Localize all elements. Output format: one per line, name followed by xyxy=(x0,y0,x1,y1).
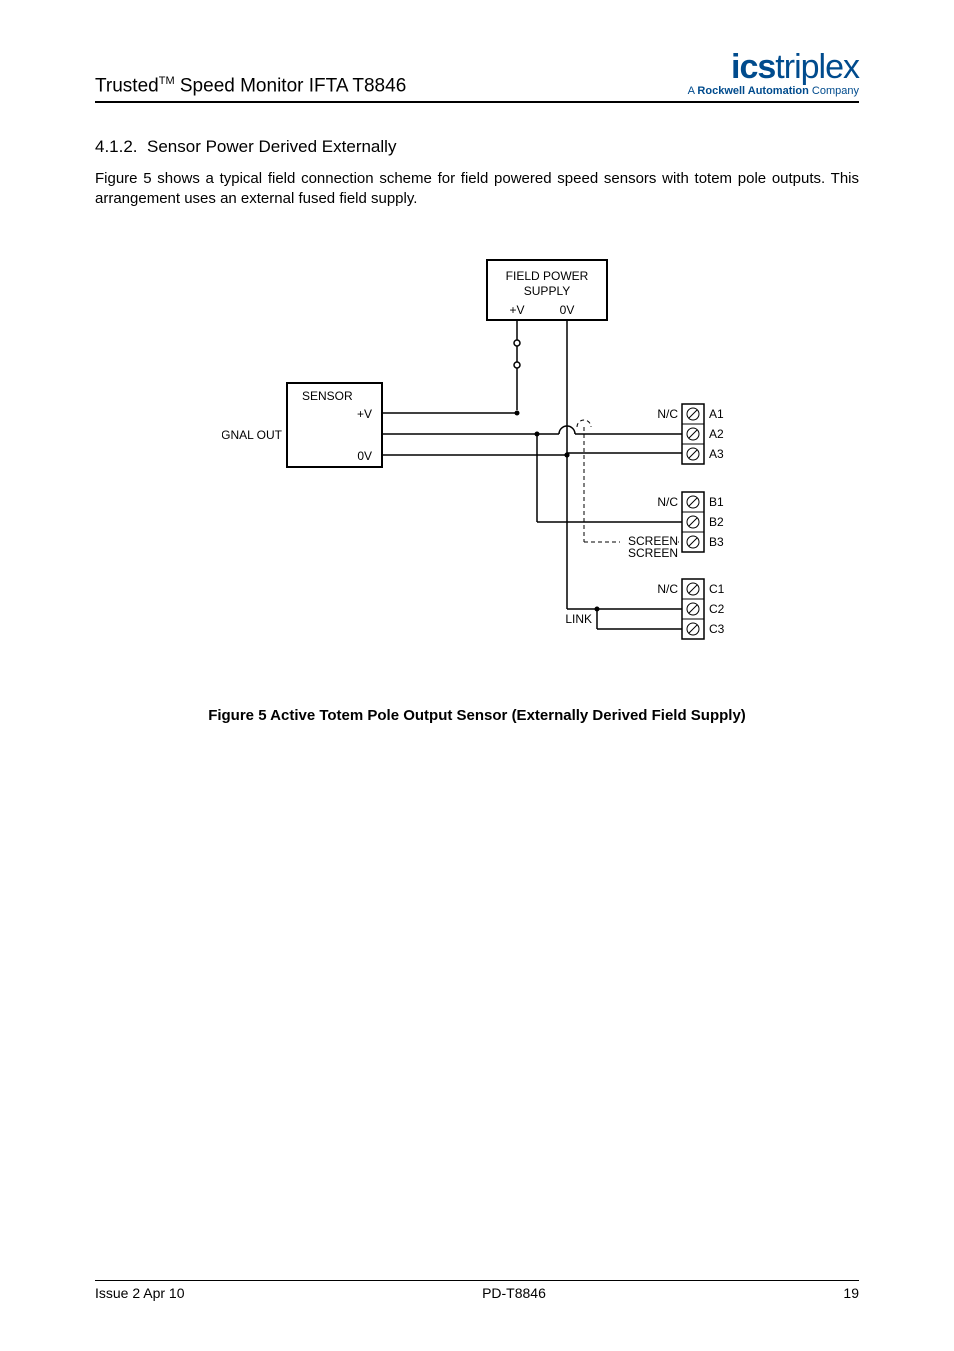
logo-light: triplex xyxy=(775,48,859,86)
wiring-diagram-svg: FIELD POWER SUPPLY +V 0V SENSOR +V SIGNA… xyxy=(222,255,732,685)
footer-center: PD-T8846 xyxy=(482,1285,546,1301)
footer-left: Issue 2 Apr 10 xyxy=(95,1285,185,1301)
section-body: Figure 5 shows a typical field connectio… xyxy=(95,169,859,210)
label-b1-right: B1 xyxy=(709,495,724,509)
sensor-zerov: 0V xyxy=(357,449,372,463)
label-c3-right: C3 xyxy=(709,622,725,636)
logo-main: icstriplex xyxy=(688,50,859,84)
header-title: TrustedTM Speed Monitor IFTA T8846 xyxy=(95,75,406,97)
title-tm: TM xyxy=(159,75,175,87)
title-pre: Trusted xyxy=(95,75,159,96)
sensor-title: SENSOR xyxy=(302,389,353,403)
label-b1-left: N/C xyxy=(657,495,678,509)
svg-text:SCREEN: SCREEN xyxy=(628,534,678,548)
title-post: Speed Monitor IFTA T8846 xyxy=(175,75,407,96)
fps-line2: SUPPLY xyxy=(524,284,570,298)
page-footer: Issue 2 Apr 10 PD-T8846 19 xyxy=(95,1280,859,1301)
logo-sub-post: Company xyxy=(809,85,859,97)
sensor-plusv: +V xyxy=(357,407,372,421)
section-title: Sensor Power Derived Externally xyxy=(147,137,396,156)
footer-right: 19 xyxy=(843,1285,859,1301)
section-number: 4.1.2. xyxy=(95,137,138,156)
label-b2-right: B2 xyxy=(709,515,724,529)
label-c1-right: C1 xyxy=(709,582,725,596)
figure-caption: Figure 5 Active Totem Pole Output Sensor… xyxy=(95,707,859,724)
label-b3-right: B3 xyxy=(709,535,724,549)
label-a1-right: A1 xyxy=(709,407,724,421)
logo-bold: ics xyxy=(731,48,775,86)
section-heading: 4.1.2. Sensor Power Derived Externally xyxy=(95,137,859,157)
label-a1-left: N/C xyxy=(657,407,678,421)
figure: FIELD POWER SUPPLY +V 0V SENSOR +V SIGNA… xyxy=(95,255,859,685)
logo-sub-pre: A xyxy=(688,85,698,97)
fps-zerov: 0V xyxy=(560,303,575,317)
page-header: TrustedTM Speed Monitor IFTA T8846 icstr… xyxy=(95,50,859,103)
fps-plusv: +V xyxy=(509,303,524,317)
label-a3-right: A3 xyxy=(709,447,724,461)
label-screen: SCREEN xyxy=(628,546,678,560)
label-c1-left: N/C xyxy=(657,582,678,596)
label-link: LINK xyxy=(565,612,592,626)
logo-sub: A Rockwell Automation Company xyxy=(688,86,859,97)
sensor-signal: SIGNAL OUT xyxy=(222,428,283,442)
label-c2-right: C2 xyxy=(709,602,725,616)
logo: icstriplex A Rockwell Automation Company xyxy=(688,50,859,97)
label-a2-right: A2 xyxy=(709,427,724,441)
logo-sub-bold: Rockwell Automation xyxy=(697,85,808,97)
fps-line1: FIELD POWER xyxy=(506,269,589,283)
